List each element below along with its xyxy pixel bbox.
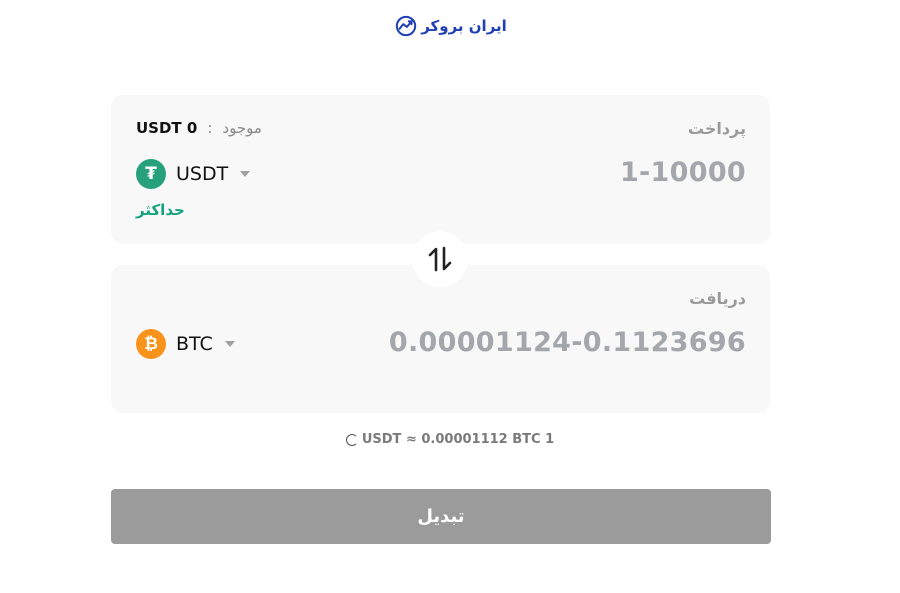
- receive-coin-select[interactable]: ₿ BTC: [136, 329, 235, 359]
- pay-coin-select[interactable]: ₮ USDT: [136, 159, 251, 189]
- balance-value: USDT 0: [136, 119, 198, 137]
- exchange-rate: USDT ≈ 0.00001112 BTC 1: [0, 432, 900, 447]
- exchange-rate-text: USDT ≈ 0.00001112 BTC 1: [361, 432, 555, 447]
- chevron-down-icon: [224, 341, 235, 347]
- swap-button[interactable]: [412, 231, 468, 287]
- bitcoin-icon: ₿: [136, 329, 166, 359]
- swap-arrows-icon: [428, 246, 452, 272]
- tether-icon: ₮: [136, 159, 166, 189]
- receive-panel: دریافت 0.00001124-0.1123696 ₿ BTC: [111, 265, 770, 413]
- pay-amount-input[interactable]: 1-10000: [620, 157, 746, 188]
- chevron-down-icon: [240, 171, 251, 177]
- brand-name: ایران بروکر: [421, 17, 507, 35]
- chart-trend-icon: [396, 15, 417, 37]
- brand-logo: ایران بروکر: [395, 12, 507, 40]
- receive-label: دریافت: [689, 289, 746, 308]
- pay-label: پرداخت: [687, 119, 746, 138]
- receive-amount-input[interactable]: 0.00001124-0.1123696: [389, 327, 746, 358]
- loading-spinner-icon: [345, 433, 358, 446]
- max-button[interactable]: حداکثر: [136, 201, 185, 219]
- balance-separator: :: [207, 119, 213, 137]
- balance-label: موجود: [222, 119, 262, 137]
- pay-panel: پرداخت موجود : USDT 0 1-10000 ₮ USDT حدا…: [111, 95, 770, 244]
- pay-coin-symbol: USDT: [176, 163, 229, 185]
- balance-row: موجود : USDT 0: [136, 119, 262, 137]
- convert-button[interactable]: تبدیل: [111, 489, 771, 544]
- receive-coin-symbol: BTC: [176, 333, 213, 355]
